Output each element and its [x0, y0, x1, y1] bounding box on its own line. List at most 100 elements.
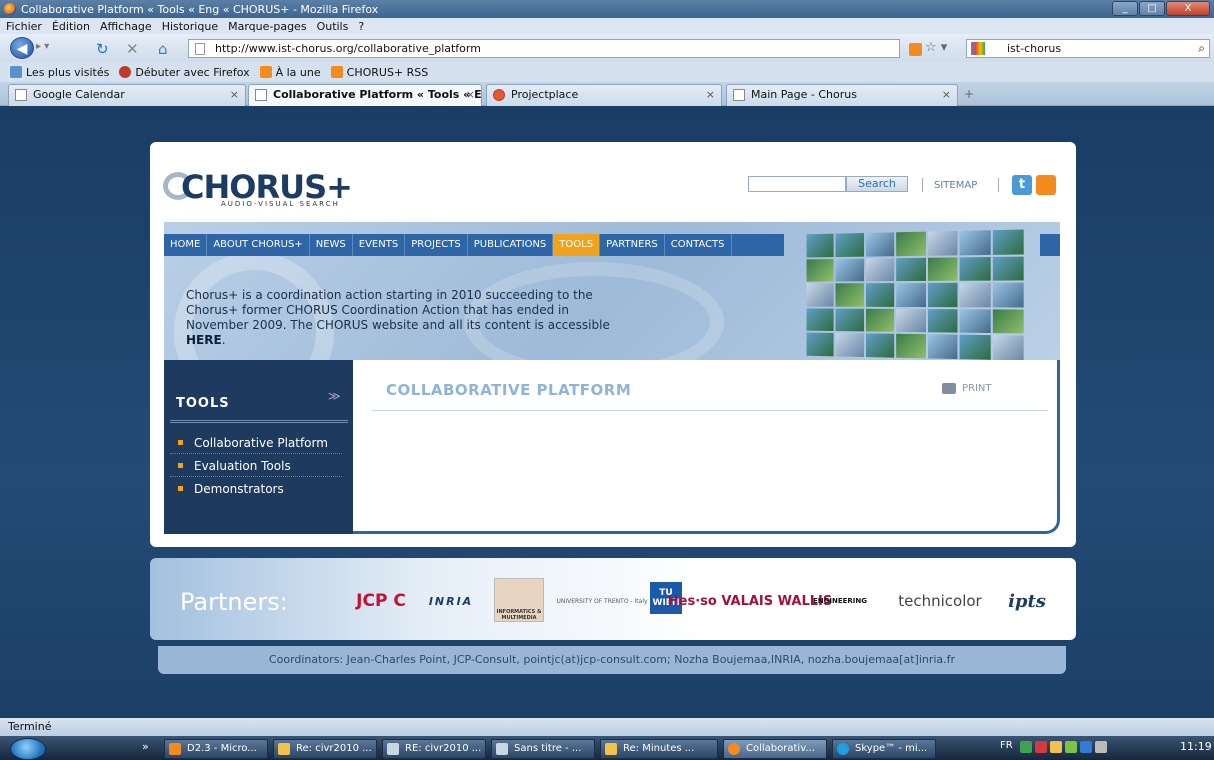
maximize-button[interactable]: □ — [1139, 1, 1165, 16]
nav-projects[interactable]: PROJECTS — [405, 234, 468, 256]
quick-launch-expand-icon[interactable]: » — [142, 740, 149, 753]
tab-close-icon[interactable]: × — [706, 85, 715, 105]
partner-logo-hes-so[interactable]: Hes·so VALAIS WALLIS — [702, 580, 798, 622]
site-search-input[interactable] — [748, 176, 846, 192]
bookmark-label: CHORUS+ RSS — [347, 66, 429, 79]
menu-fichier[interactable]: Fichier — [6, 20, 42, 33]
partner-logo-inria[interactable]: INRIA — [418, 580, 484, 622]
tray-icon[interactable] — [1020, 741, 1032, 753]
firefox-icon — [728, 743, 740, 755]
forward-dropdown-icon[interactable]: ▸ ▾ — [36, 41, 49, 52]
sidebar-item-evaluation-tools[interactable]: Evaluation Tools — [170, 455, 342, 477]
tab-bar: Google Calendar × Collaborative Platform… — [0, 82, 1214, 106]
tab-projectplace[interactable]: Projectplace × — [486, 84, 722, 106]
sidebar-item-collaborative-platform[interactable]: Collaborative Platform — [170, 432, 342, 454]
partner-logo-ipts[interactable]: ipts — [1002, 580, 1052, 622]
menu-historique[interactable]: Historique — [162, 20, 218, 33]
banner-text-end: . — [222, 333, 226, 347]
partner-logo-informatics[interactable]: INFORMATICS & MULTIMEDIA — [494, 578, 544, 622]
tray-icon[interactable] — [1050, 741, 1062, 753]
print-label: PRINT — [962, 383, 992, 394]
tab-close-icon[interactable]: × — [942, 85, 951, 105]
menu-outils[interactable]: Outils — [317, 20, 349, 33]
partner-logo-trento[interactable]: UNIVERSITY OF TRENTO - Italy — [554, 580, 650, 622]
url-text: http://www.ist-chorus.org/collaborative_… — [215, 42, 481, 55]
tab-main-page-chorus[interactable]: Main Page - Chorus × — [726, 84, 958, 106]
taskbar-item-mail-1[interactable]: Re: civr2010 ... — [273, 739, 377, 759]
here-link[interactable]: HERE — [186, 333, 222, 347]
system-tray-icons — [1020, 741, 1110, 753]
tab-label: Projectplace — [511, 88, 578, 101]
sitemap-link[interactable]: SITEMAP — [934, 180, 977, 191]
mail-icon — [278, 743, 290, 755]
nav-home[interactable]: HOME — [164, 234, 207, 256]
bookmark-a-la-une[interactable]: À la une — [260, 66, 321, 79]
bookmark-star-icon[interactable]: ☆ ▾ — [925, 40, 947, 55]
reload-icon[interactable]: ↻ — [96, 40, 109, 58]
nav-tools[interactable]: TOOLS — [553, 234, 600, 256]
taskbar-item-word[interactable]: D2.3 - Micro... — [164, 739, 268, 759]
firefox-icon — [4, 3, 16, 15]
print-button[interactable]: PRINT — [942, 383, 992, 394]
tab-close-icon[interactable]: × — [230, 85, 239, 105]
search-value: ist-chorus — [1007, 42, 1061, 55]
tray-icon[interactable] — [1065, 741, 1077, 753]
chorus-logo[interactable]: CHORUS+ AUDIO-VISUAL SEARCH — [163, 164, 363, 208]
nav-contacts[interactable]: CONTACTS — [665, 234, 732, 256]
menu-help[interactable]: ? — [358, 20, 364, 33]
search-bar[interactable]: ist-chorus ⌕ — [966, 39, 1210, 58]
taskbar-item-skype[interactable]: Skype™ - mi... — [832, 739, 936, 759]
search-icon[interactable]: ⌕ — [1198, 40, 1205, 57]
url-bar[interactable]: http://www.ist-chorus.org/collaborative_… — [188, 39, 900, 58]
nav-publications[interactable]: PUBLICATIONS — [468, 234, 554, 256]
rss-feed-icon[interactable] — [909, 43, 922, 56]
chevron-down-icon[interactable]: ≫ — [328, 389, 341, 403]
nav-news[interactable]: NEWS — [310, 234, 353, 256]
taskbar-item-minutes[interactable]: Re: Minutes ... — [600, 739, 718, 759]
site-search-button[interactable]: Search — [846, 176, 908, 192]
start-button[interactable] — [10, 738, 46, 760]
sidebar-item-demonstrators[interactable]: Demonstrators — [170, 478, 342, 500]
page-title: COLLABORATIVE PLATFORM — [386, 381, 631, 399]
back-button[interactable]: ◀ — [10, 37, 34, 59]
tab-google-calendar[interactable]: Google Calendar × — [8, 84, 246, 106]
taskbar-item-sans-titre[interactable]: Sans titre - ... — [491, 739, 595, 759]
nav-partners[interactable]: PARTNERS — [600, 234, 665, 256]
partner-logo-technicolor[interactable]: technicolor — [888, 580, 992, 622]
new-tab-icon[interactable]: + — [964, 87, 974, 101]
language-indicator[interactable]: FR — [1000, 740, 1013, 751]
logo-subtitle: AUDIO-VISUAL SEARCH — [221, 200, 340, 208]
bookmark-firefox[interactable]: Débuter avec Firefox — [119, 66, 249, 79]
tab-label: Collaborative Platform « Tools « E... — [273, 88, 482, 101]
menu-edition[interactable]: Édition — [52, 20, 90, 33]
tab-collaborative-platform[interactable]: Collaborative Platform « Tools « E... × — [248, 84, 482, 106]
tray-icon[interactable] — [1080, 741, 1092, 753]
nav-events[interactable]: EVENTS — [353, 234, 405, 256]
search-engine-icon[interactable] — [971, 42, 985, 55]
bookmark-chorus-rss[interactable]: CHORUS+ RSS — [331, 66, 429, 79]
taskbar-item-firefox[interactable]: Collaborativ... — [723, 739, 827, 759]
page-icon — [733, 89, 745, 101]
tab-label: Main Page - Chorus — [751, 88, 857, 101]
page-icon — [195, 43, 205, 55]
nav-bar-tail — [1040, 234, 1060, 256]
minimize-button[interactable]: _ — [1112, 1, 1138, 16]
volume-icon[interactable] — [1095, 741, 1107, 753]
stop-icon[interactable]: ✕ — [126, 40, 139, 58]
home-icon[interactable]: ⌂ — [158, 40, 168, 58]
menu-marque-pages[interactable]: Marque-pages — [228, 20, 306, 33]
nav-about[interactable]: ABOUT CHORUS+ — [207, 234, 309, 256]
bookmark-most-visited[interactable]: Les plus visités — [10, 66, 109, 79]
rss-icon[interactable] — [1036, 175, 1056, 195]
clock[interactable]: 11:19 — [1180, 740, 1212, 753]
taskbar-item-mail-2[interactable]: RE: civr2010 ... — [382, 739, 486, 759]
taskbar-label: Skype™ - mi... — [855, 743, 927, 754]
partner-logo-jcp[interactable]: JCP C — [348, 580, 414, 622]
tab-close-icon[interactable]: × — [466, 85, 475, 105]
partner-logo-engineering[interactable]: ENGINEERING — [800, 580, 880, 622]
twitter-icon[interactable]: t — [1012, 175, 1032, 195]
tray-icon[interactable] — [1035, 741, 1047, 753]
close-button[interactable]: X — [1166, 1, 1210, 16]
menu-affichage[interactable]: Affichage — [100, 20, 152, 33]
rss-icon — [331, 66, 343, 78]
